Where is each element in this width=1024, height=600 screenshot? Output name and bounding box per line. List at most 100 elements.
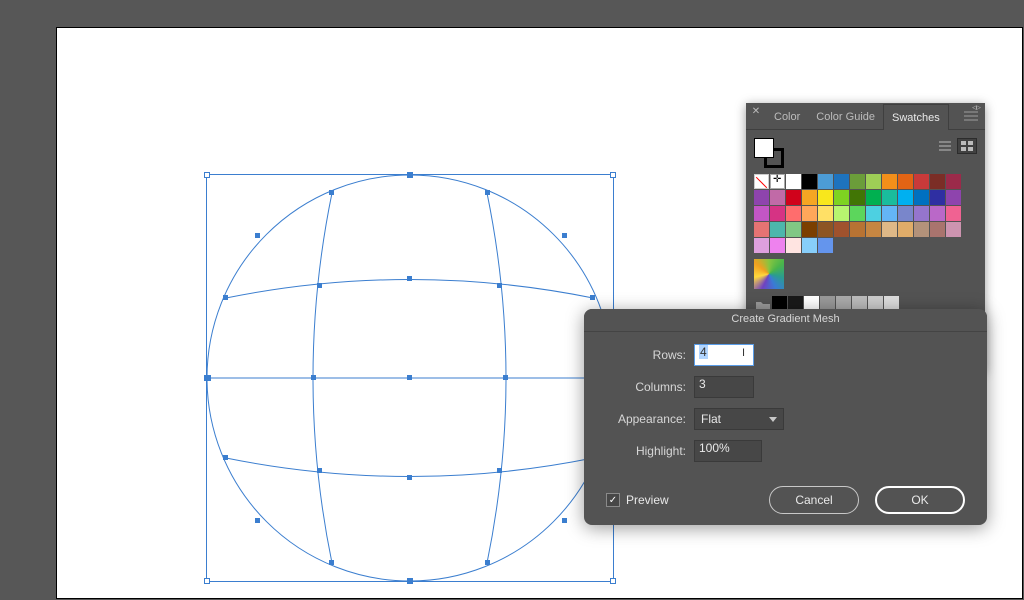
resize-handle-ne[interactable] xyxy=(610,172,616,178)
anchor-point[interactable] xyxy=(497,283,502,288)
anchor-point[interactable] xyxy=(407,475,412,480)
swatch[interactable] xyxy=(802,222,817,237)
swatch[interactable] xyxy=(850,222,865,237)
swatch[interactable] xyxy=(802,190,817,205)
swatch-color-group[interactable] xyxy=(754,259,784,289)
swatch[interactable] xyxy=(946,174,961,189)
anchor-point[interactable] xyxy=(407,172,413,178)
preview-checkbox[interactable]: ✓ xyxy=(606,493,620,507)
swatch[interactable] xyxy=(930,174,945,189)
anchor-point[interactable] xyxy=(407,375,412,380)
appearance-select[interactable]: Flat xyxy=(694,408,784,430)
anchor-point[interactable] xyxy=(407,578,413,584)
swatch[interactable] xyxy=(770,222,785,237)
rows-input[interactable]: 4 I xyxy=(694,344,754,366)
swatch[interactable] xyxy=(786,222,801,237)
swatch[interactable] xyxy=(946,206,961,221)
swatch-grid[interactable] xyxy=(754,174,977,254)
swatch[interactable] xyxy=(786,174,801,189)
swatch-registration[interactable] xyxy=(770,174,785,189)
highlight-input[interactable]: 100% xyxy=(694,440,762,462)
swatch[interactable] xyxy=(834,174,849,189)
swatch[interactable] xyxy=(946,222,961,237)
swatch[interactable] xyxy=(882,190,897,205)
swatch[interactable] xyxy=(818,190,833,205)
swatch[interactable] xyxy=(866,222,881,237)
swatch[interactable] xyxy=(898,190,913,205)
ok-button[interactable]: OK xyxy=(875,486,965,514)
swatch[interactable] xyxy=(914,206,929,221)
anchor-point[interactable] xyxy=(562,518,567,523)
anchor-point[interactable] xyxy=(590,295,595,300)
anchor-point[interactable] xyxy=(485,560,490,565)
tab-color[interactable]: Color xyxy=(766,104,808,129)
swatch[interactable] xyxy=(786,190,801,205)
swatch[interactable] xyxy=(914,222,929,237)
tab-swatches[interactable]: Swatches xyxy=(883,104,949,130)
anchor-point[interactable] xyxy=(223,295,228,300)
swatch[interactable] xyxy=(866,206,881,221)
swatch[interactable] xyxy=(946,190,961,205)
swatch[interactable] xyxy=(786,238,801,253)
swatch[interactable] xyxy=(882,174,897,189)
swatch[interactable] xyxy=(914,174,929,189)
grid-view-toggle[interactable] xyxy=(957,138,977,154)
columns-input[interactable]: 3 xyxy=(694,376,754,398)
swatch[interactable] xyxy=(882,206,897,221)
swatch[interactable] xyxy=(754,190,769,205)
anchor-point[interactable] xyxy=(497,468,502,473)
resize-handle-se[interactable] xyxy=(610,578,616,584)
anchor-point[interactable] xyxy=(329,560,334,565)
swatch[interactable] xyxy=(754,238,769,253)
anchor-point[interactable] xyxy=(255,233,260,238)
swatch[interactable] xyxy=(898,222,913,237)
swatch[interactable] xyxy=(754,206,769,221)
panel-collapse-icon[interactable]: ◃▹ xyxy=(972,102,981,113)
swatch[interactable] xyxy=(786,206,801,221)
anchor-point[interactable] xyxy=(205,375,211,381)
swatch[interactable] xyxy=(818,238,833,253)
swatch[interactable] xyxy=(802,238,817,253)
swatch[interactable] xyxy=(818,174,833,189)
swatch[interactable] xyxy=(850,174,865,189)
swatch[interactable] xyxy=(834,190,849,205)
swatch[interactable] xyxy=(770,238,785,253)
swatch[interactable] xyxy=(802,174,817,189)
swatch[interactable] xyxy=(898,174,913,189)
fill-stroke-indicator[interactable] xyxy=(754,138,784,168)
panel-close-button[interactable]: ✕ xyxy=(746,103,766,117)
resize-handle-nw[interactable] xyxy=(204,172,210,178)
swatch[interactable] xyxy=(802,206,817,221)
anchor-point[interactable] xyxy=(503,375,508,380)
swatch-none[interactable] xyxy=(754,174,769,189)
swatch[interactable] xyxy=(770,190,785,205)
swatch[interactable] xyxy=(850,206,865,221)
list-view-toggle[interactable] xyxy=(935,138,955,154)
swatch[interactable] xyxy=(866,190,881,205)
swatch[interactable] xyxy=(818,222,833,237)
cancel-button[interactable]: Cancel xyxy=(769,486,859,514)
swatch[interactable] xyxy=(882,222,897,237)
swatch[interactable] xyxy=(898,206,913,221)
swatch[interactable] xyxy=(930,206,945,221)
swatch[interactable] xyxy=(770,206,785,221)
anchor-point[interactable] xyxy=(311,375,316,380)
swatch[interactable] xyxy=(850,190,865,205)
anchor-point[interactable] xyxy=(407,276,412,281)
anchor-point[interactable] xyxy=(562,233,567,238)
swatch[interactable] xyxy=(834,222,849,237)
tab-color-guide[interactable]: Color Guide xyxy=(808,104,883,129)
create-gradient-mesh-dialog[interactable]: Create Gradient Mesh Rows: 4 I Columns: … xyxy=(584,309,987,525)
swatch[interactable] xyxy=(834,206,849,221)
swatch[interactable] xyxy=(754,222,769,237)
anchor-point[interactable] xyxy=(223,455,228,460)
swatch[interactable] xyxy=(914,190,929,205)
resize-handle-sw[interactable] xyxy=(204,578,210,584)
swatch[interactable] xyxy=(930,222,945,237)
swatch[interactable] xyxy=(930,190,945,205)
swatch[interactable] xyxy=(866,174,881,189)
swatch[interactable] xyxy=(818,206,833,221)
anchor-point[interactable] xyxy=(485,190,490,195)
anchor-point[interactable] xyxy=(255,518,260,523)
anchor-point[interactable] xyxy=(329,190,334,195)
